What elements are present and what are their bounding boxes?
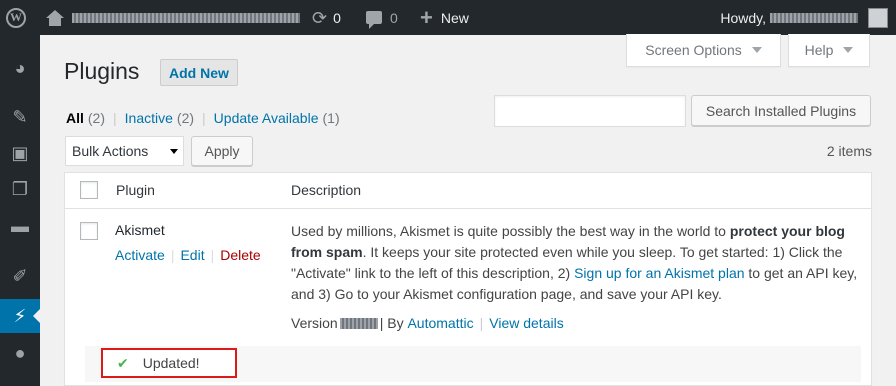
site-name-menu[interactable]	[46, 0, 300, 35]
updates-count: 0	[333, 9, 341, 26]
select-all-checkbox[interactable]	[80, 181, 98, 199]
bulk-actions-value: Bulk Actions	[72, 143, 149, 159]
pages-icon[interactable]: ❐	[0, 172, 40, 206]
column-header-description: Description	[291, 182, 362, 198]
redacted-version	[339, 317, 378, 329]
delete-link[interactable]: Delete	[220, 247, 260, 263]
users-icon[interactable]: ●	[0, 336, 40, 370]
table-header: Plugin Description	[65, 173, 871, 209]
column-header-plugin: Plugin	[116, 182, 155, 198]
filter-all-count: (2)	[87, 110, 106, 126]
plugin-name: Akismet	[115, 222, 165, 238]
checkmark-icon: ✔	[117, 354, 129, 371]
row-actions: Activate | Edit | Delete	[115, 247, 261, 263]
by-label: | By	[379, 315, 404, 331]
plugin-checkbox[interactable]	[80, 222, 98, 240]
redacted-site-name	[72, 12, 300, 23]
updated-text: Updated!	[142, 355, 200, 371]
edit-link[interactable]: Edit	[180, 247, 204, 263]
version-label: Version	[291, 315, 338, 331]
plugin-meta: Version | By Automattic | View details	[291, 315, 564, 331]
filter-all[interactable]: All	[66, 110, 84, 126]
posts-icon[interactable]: ✎	[0, 100, 40, 134]
updated-notice: ✔ Updated!	[101, 348, 237, 378]
home-icon	[46, 9, 64, 26]
search-plugins-input[interactable]	[494, 95, 686, 127]
updates-menu[interactable]: ⟳ 0	[312, 0, 341, 35]
wordpress-logo-menu[interactable]: W	[6, 0, 32, 35]
admin-bar: W ⟳ 0 0 + New Howdy,	[0, 0, 896, 35]
comments-menu[interactable]: 0	[366, 0, 398, 35]
filter-update-count: (1)	[322, 110, 340, 126]
wordpress-logo-icon: W	[6, 7, 26, 28]
updates-icon: ⟳	[312, 7, 328, 28]
activate-link[interactable]: Activate	[115, 247, 165, 263]
appearance-icon[interactable]: ✐	[0, 259, 40, 293]
help-button[interactable]: Help	[788, 34, 870, 67]
comments-icon	[366, 11, 382, 29]
search-installed-plugins-button[interactable]: Search Installed Plugins	[691, 95, 871, 126]
account-menu[interactable]: Howdy,	[720, 0, 888, 35]
plus-icon: +	[420, 4, 433, 30]
dashboard-icon[interactable]: ◕	[0, 51, 40, 85]
page-title: Plugins	[64, 58, 140, 84]
avatar	[868, 7, 888, 28]
screen-options-button[interactable]: Screen Options	[626, 34, 781, 67]
add-new-button[interactable]: Add New	[160, 59, 238, 86]
comments-icon[interactable]: ▬	[0, 209, 40, 243]
media-icon[interactable]: ▣	[0, 136, 40, 170]
apply-button[interactable]: Apply	[191, 136, 253, 166]
comments-count: 0	[390, 9, 398, 26]
plugins-icon[interactable]: ⚡	[0, 299, 40, 333]
update-notice-row: ✔ Updated!	[85, 346, 861, 382]
redacted-username	[770, 12, 858, 23]
screen-options-label: Screen Options	[645, 42, 742, 58]
plugin-description: Used by millions, Akismet is quite possi…	[291, 223, 858, 302]
new-label: New	[440, 9, 469, 26]
bulk-actions-select[interactable]: Bulk Actions	[65, 136, 184, 166]
view-details-link[interactable]: View details	[489, 315, 563, 331]
caret-down-icon	[751, 47, 762, 53]
caret-down-icon	[843, 47, 854, 53]
dropdown-arrow-icon	[170, 149, 178, 154]
author-link[interactable]: Automattic	[407, 315, 473, 331]
new-content-menu[interactable]: + New	[420, 0, 469, 35]
filter-inactive-count: (2)	[176, 110, 195, 126]
filter-inactive[interactable]: Inactive	[125, 110, 173, 126]
plugins-table: Plugin Description Akismet Activate | Ed…	[64, 172, 872, 386]
admin-sidebar: ◕ ✎ ▣ ❐ ▬ ✐ ⚡ ●	[0, 35, 40, 386]
plugin-status-filters: All (2) | Inactive (2) | Update Availabl…	[66, 110, 340, 126]
table-row: Akismet Activate | Edit | Delete Used by…	[65, 210, 871, 340]
akismet-signup-link[interactable]: Sign up for an Akismet plan	[574, 265, 744, 281]
help-label: Help	[804, 42, 834, 58]
howdy-label: Howdy,	[720, 9, 766, 26]
filter-update-available[interactable]: Update Available	[214, 110, 319, 126]
items-count: 2 items	[826, 143, 872, 159]
